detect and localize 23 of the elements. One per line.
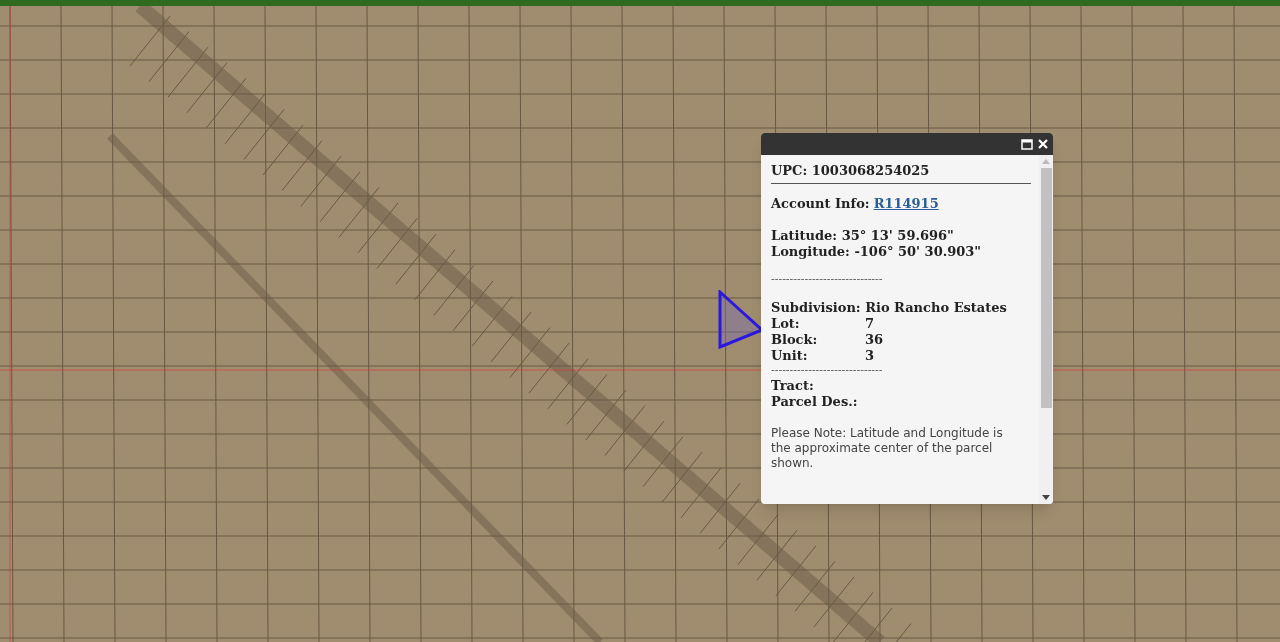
field-value: 7 <box>865 316 875 332</box>
subdivision-text: Subdivision: Rio Rancho Estates <box>771 300 1008 316</box>
scrollbar[interactable] <box>1039 155 1053 504</box>
account-label: Account Info: <box>771 196 870 212</box>
separator-text: ------------------------------ <box>771 272 884 288</box>
parcel-des-label: Parcel Des.: <box>771 394 859 410</box>
field-label: Lot: <box>771 316 801 332</box>
note-text: Please Note: Latitude and Longitude is the approximate center of the parcel shown. <box>771 426 1004 471</box>
upc-heading: UPC: 1003068254025 <box>771 163 1031 184</box>
account-link[interactable]: R114915 <box>873 196 939 212</box>
close-icon[interactable] <box>1037 138 1049 150</box>
separator-text: ------------------------------ <box>771 364 884 378</box>
scroll-down-icon[interactable] <box>1042 495 1050 500</box>
field-label: Block: <box>771 332 819 348</box>
latitude-text: Latitude: 35° 13' 59.696" <box>771 228 955 244</box>
maximize-icon[interactable] <box>1021 138 1033 150</box>
parcel-outline <box>718 290 764 350</box>
field-value: 36 <box>865 332 884 348</box>
scrollbar-thumb[interactable] <box>1040 168 1052 408</box>
field-label: Unit: <box>771 348 809 364</box>
field-value: 3 <box>865 348 875 364</box>
longitude-text: Longitude: -106° 50' 30.903" <box>771 244 983 260</box>
tract-label: Tract: <box>771 378 815 394</box>
